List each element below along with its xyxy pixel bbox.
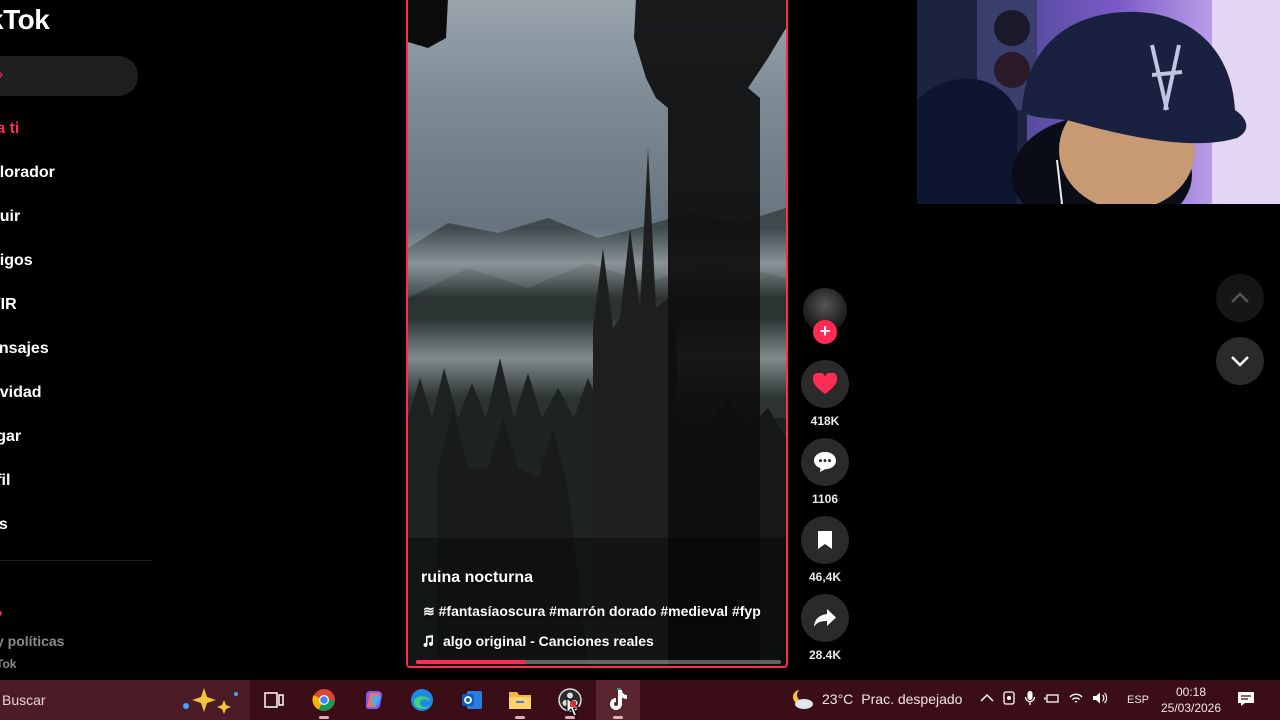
next-video-button[interactable] <box>1216 337 1264 385</box>
mouse-cursor-icon <box>566 697 580 717</box>
nav-profile[interactable]: rfil <box>0 472 10 490</box>
task-view-icon <box>264 692 284 708</box>
comment-icon <box>814 452 836 472</box>
share-arrow-icon <box>814 609 836 627</box>
outlook-icon <box>462 691 482 709</box>
edge-icon <box>411 689 433 711</box>
microphone-icon[interactable] <box>1024 690 1036 706</box>
comment-button[interactable] <box>801 438 849 486</box>
video-progress-fill <box>416 660 526 664</box>
nav-for-you[interactable]: ra ti <box>0 120 19 138</box>
taskbar-search-box[interactable]: Buscar <box>0 680 250 720</box>
like-button[interactable] <box>801 360 849 408</box>
weather-temperature: 23°C <box>822 691 854 707</box>
video-hashtags[interactable]: ≋ #fantasíaoscura #marrón dorado #mediev… <box>423 603 761 620</box>
share-button[interactable] <box>801 594 849 642</box>
folder-icon <box>509 692 531 709</box>
copilot-app[interactable] <box>352 680 396 720</box>
nav-more[interactable]: ás <box>0 516 8 534</box>
previous-video-button[interactable] <box>1216 274 1264 322</box>
heart-icon <box>813 373 837 394</box>
video-player[interactable]: ruina nocturna ≋ #fantasíaoscura #marrón… <box>406 0 788 668</box>
sidebar: kTok › ra ti plorador guir nigos VIR ens… <box>0 0 160 680</box>
save-count: 46,4K <box>808 570 842 584</box>
share-count: 28.4K <box>808 648 842 662</box>
app-running-indicator <box>319 716 329 719</box>
system-tray <box>980 690 1108 706</box>
chevron-up-icon <box>1231 292 1249 303</box>
taskbar-search-label: Buscar <box>2 692 46 708</box>
nav-explore[interactable]: plorador <box>0 164 55 182</box>
taskbar-weather[interactable]: 23°C Prac. despejado <box>790 688 962 710</box>
battery-plug-icon[interactable] <box>1044 691 1060 705</box>
search-icon: › <box>0 66 3 84</box>
sidebar-copyright: Tok <box>0 657 17 671</box>
app-running-indicator <box>515 716 525 719</box>
tiktok-app[interactable] <box>596 680 640 720</box>
app-running-indicator <box>613 716 623 719</box>
moon-cloud-icon <box>793 689 813 709</box>
notification-center-button[interactable] <box>1236 690 1256 713</box>
camera-icon[interactable] <box>1002 690 1016 706</box>
nav-following[interactable]: guir <box>0 208 20 226</box>
tiktok-icon <box>610 688 627 710</box>
bookmark-icon <box>818 531 832 549</box>
task-view-button[interactable] <box>252 680 296 720</box>
sidebar-policies-link[interactable]: y políticas <box>0 633 64 649</box>
music-note-icon <box>423 635 433 647</box>
video-frame <box>408 0 786 666</box>
nav-friends[interactable]: nigos <box>0 252 33 270</box>
music-label: algo original - Canciones reales <box>443 633 654 649</box>
windows-taskbar: Buscar 23°C Prac. despejado ESP 00:18 25… <box>0 680 1280 720</box>
copilot-sparkle-icon <box>183 688 238 714</box>
keyboard-language[interactable]: ESP <box>1120 692 1156 708</box>
taskbar-clock[interactable]: 00:18 25/03/2026 <box>1158 684 1224 716</box>
file-explorer-app[interactable] <box>498 680 542 720</box>
nav-live[interactable]: VIR <box>0 296 17 314</box>
weather-description: Prac. despejado <box>861 691 963 707</box>
video-title: ruina nocturna <box>421 569 534 586</box>
chevron-up-icon[interactable] <box>980 693 994 703</box>
search-input[interactable]: › <box>0 56 138 96</box>
like-count: 418K <box>810 414 840 428</box>
follow-button[interactable]: + <box>813 320 837 344</box>
video-progress-bar[interactable] <box>416 660 781 664</box>
sidebar-red-mark: › <box>0 604 3 620</box>
webcam-feed <box>917 0 1280 204</box>
sidebar-divider <box>0 560 152 561</box>
nav-upload[interactable]: rgar <box>0 428 21 446</box>
clock-date: 25/03/2026 <box>1160 701 1222 715</box>
nav-messages[interactable]: ensajes <box>0 340 49 358</box>
webcam-overlay <box>917 0 1280 204</box>
video-music[interactable]: algo original - Canciones reales <box>421 633 654 649</box>
copilot-icon <box>365 690 382 710</box>
chrome-icon <box>312 689 335 711</box>
notification-icon <box>1238 692 1254 706</box>
outlook-app[interactable] <box>450 680 494 720</box>
clock-time: 00:18 <box>1175 685 1207 699</box>
nav-activity[interactable]: tividad <box>0 384 42 402</box>
chevron-down-icon <box>1231 356 1249 367</box>
tiktok-logo[interactable]: kTok <box>0 4 50 36</box>
volume-icon[interactable] <box>1092 691 1108 705</box>
comment-count: 1106 <box>811 492 839 506</box>
chrome-app[interactable] <box>302 680 346 720</box>
edge-app[interactable] <box>400 680 444 720</box>
wifi-icon[interactable] <box>1068 691 1084 705</box>
save-button[interactable] <box>801 516 849 564</box>
